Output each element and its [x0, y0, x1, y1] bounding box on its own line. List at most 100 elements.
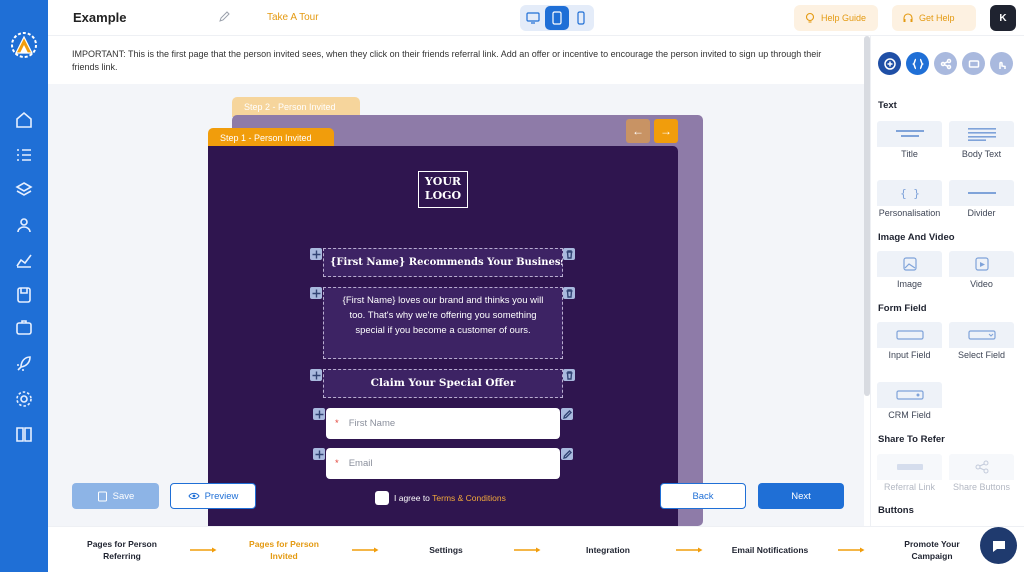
move-handle-icon[interactable] — [310, 369, 322, 381]
email-placeholder: Email — [348, 458, 373, 469]
pencil-edit-icon[interactable] — [561, 408, 573, 420]
save-icon[interactable] — [14, 285, 34, 305]
layers-icon[interactable] — [14, 180, 34, 200]
first-name-placeholder: First Name — [348, 418, 396, 429]
tablet-view-button[interactable] — [545, 6, 569, 30]
back-button[interactable]: Back — [660, 483, 746, 509]
top-bar: Example Take A Tour Help Guide Get Help … — [48, 0, 1024, 36]
home-icon[interactable] — [14, 110, 34, 130]
pencil-edit-icon[interactable] — [218, 10, 231, 23]
share-buttons-label: Share Buttons — [949, 480, 1014, 495]
headset-icon — [903, 13, 913, 22]
previous-page-arrow-button[interactable]: ← — [626, 119, 650, 143]
terms-checkbox[interactable] — [375, 491, 389, 505]
add-element-icon[interactable] — [878, 52, 901, 75]
arrow-right-icon: → — [660, 124, 672, 138]
step-email-notifications[interactable]: Email Notifications — [722, 527, 818, 572]
tablet-icon — [552, 11, 562, 25]
step-arrow-icon — [190, 547, 217, 553]
headline-block[interactable]: {First Name} Recommends Your Business Na… — [323, 248, 563, 277]
title-tile[interactable]: Title — [877, 121, 942, 162]
select-field-label: Select Field — [949, 348, 1014, 363]
next-page-arrow-button[interactable]: → — [654, 119, 678, 143]
title-label: Title — [877, 147, 942, 162]
logo-line-1: YOUR — [424, 175, 462, 188]
rocket-icon[interactable] — [14, 354, 34, 374]
move-handle-icon[interactable] — [313, 408, 325, 420]
step-1-tab[interactable]: Step 1 - Person Invited — [208, 128, 334, 148]
campaign-stepper: Pages for Person Referring Pages for Per… — [48, 526, 1024, 572]
step-promote-your-campaign[interactable]: Promote Your Campaign — [886, 527, 978, 572]
terms-agree-text: I agree to Terms & Conditions — [394, 493, 506, 503]
crm-field-label: CRM Field — [877, 408, 942, 423]
book-icon[interactable] — [14, 424, 34, 444]
share-nodes-icon — [975, 460, 988, 474]
puzzle-icon[interactable] — [14, 318, 34, 338]
section-form-field: Form Field — [878, 303, 927, 314]
move-handle-icon[interactable] — [313, 448, 325, 460]
page-title: Example — [73, 10, 127, 25]
select-field-tile[interactable]: Select Field — [949, 322, 1014, 363]
email-field[interactable]: * Email — [326, 448, 560, 479]
video-label: Video — [949, 277, 1014, 292]
input-field-label: Input Field — [877, 348, 942, 363]
referral-link-tile[interactable]: Referral Link — [877, 454, 942, 495]
step-pages-for-person-referring[interactable]: Pages for Person Referring — [76, 527, 168, 572]
monitor-icon — [526, 12, 540, 24]
move-handle-icon[interactable] — [310, 248, 322, 260]
delete-trash-icon[interactable] — [563, 287, 575, 299]
crm-field-tile[interactable]: CRM Field — [877, 382, 942, 423]
get-help-button[interactable]: Get Help — [892, 5, 976, 31]
divider-line-icon — [967, 192, 996, 194]
personalisation-label: Personalisation — [877, 206, 942, 221]
step-arrow-icon — [352, 547, 379, 553]
claim-offer-block[interactable]: Claim Your Special Offer — [323, 369, 563, 398]
save-button[interactable]: Save — [72, 483, 159, 509]
input-field-tile[interactable]: Input Field — [877, 322, 942, 363]
step-2-tab[interactable]: Step 2 - Person Invited — [232, 97, 360, 117]
divider-tile[interactable]: Divider — [949, 180, 1014, 221]
help-guide-button[interactable]: Help Guide — [794, 5, 878, 31]
select-field-icon — [967, 330, 996, 340]
terms-conditions-link[interactable]: Terms & Conditions — [432, 493, 506, 503]
share-buttons-tile[interactable]: Share Buttons — [949, 454, 1014, 495]
video-tile[interactable]: Video — [949, 251, 1014, 292]
step-pages-for-person-invited[interactable]: Pages for Person Invited — [238, 527, 330, 572]
image-tile[interactable]: Image — [877, 251, 942, 292]
take-a-tour-link[interactable]: Take A Tour — [267, 12, 319, 23]
pencil-edit-icon[interactable] — [561, 448, 573, 460]
step-integration[interactable]: Integration — [562, 527, 654, 572]
desktop-view-button[interactable] — [521, 6, 545, 30]
button-element-icon[interactable] — [990, 52, 1013, 75]
phone-icon — [577, 11, 585, 25]
step-arrow-icon — [514, 547, 541, 553]
preview-button[interactable]: Preview — [170, 483, 256, 509]
divider-label: Divider — [949, 206, 1014, 221]
body-text-tile[interactable]: Body Text — [949, 121, 1014, 162]
personalisation-braces-icon[interactable] — [906, 52, 929, 75]
share-icon[interactable] — [934, 52, 957, 75]
personalisation-tile[interactable]: { } Personalisation — [877, 180, 942, 221]
user-avatar[interactable]: K — [990, 5, 1016, 31]
save-label: Save — [112, 490, 135, 502]
your-logo-placeholder[interactable]: YOUR LOGO — [418, 171, 468, 208]
first-name-field[interactable]: * First Name — [326, 408, 560, 439]
list-icon[interactable] — [14, 145, 34, 165]
move-handle-icon[interactable] — [310, 287, 322, 299]
chat-widget-button[interactable] — [980, 527, 1017, 564]
analytics-icon[interactable] — [14, 250, 34, 270]
delete-trash-icon[interactable] — [563, 248, 575, 260]
get-help-label: Get Help — [919, 13, 955, 23]
section-share-to-refer: Share To Refer — [878, 434, 945, 445]
next-button[interactable]: Next — [758, 483, 844, 509]
brand-logo-icon[interactable] — [9, 30, 39, 60]
mobile-view-button[interactable] — [569, 6, 593, 30]
form-field-icon[interactable] — [962, 52, 985, 75]
referral-link-label: Referral Link — [877, 480, 942, 495]
step-settings[interactable]: Settings — [400, 527, 492, 572]
body-text-block[interactable]: {First Name} loves our brand and thinks … — [323, 287, 563, 359]
eye-icon — [188, 492, 200, 500]
settings-gear-icon[interactable] — [14, 389, 34, 409]
delete-trash-icon[interactable] — [563, 369, 575, 381]
users-icon[interactable] — [14, 215, 34, 235]
